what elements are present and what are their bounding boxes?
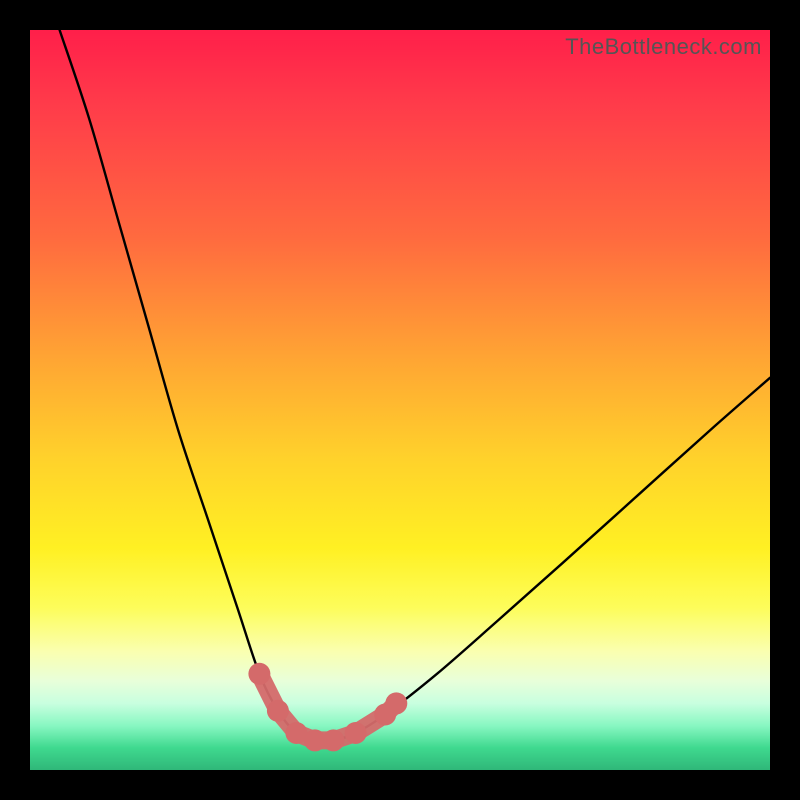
trough-marker-dots: [248, 663, 407, 752]
marker-left-mid: [267, 700, 289, 722]
chart-frame: TheBottleneck.com: [0, 0, 800, 800]
marker-trough-4: [345, 722, 367, 744]
plot-area: TheBottleneck.com: [30, 30, 770, 770]
chart-svg: [30, 30, 770, 770]
bottleneck-curve: [60, 30, 770, 741]
marker-left-upper: [248, 663, 270, 685]
marker-trough-3: [322, 729, 344, 751]
marker-right-upper: [385, 692, 407, 714]
